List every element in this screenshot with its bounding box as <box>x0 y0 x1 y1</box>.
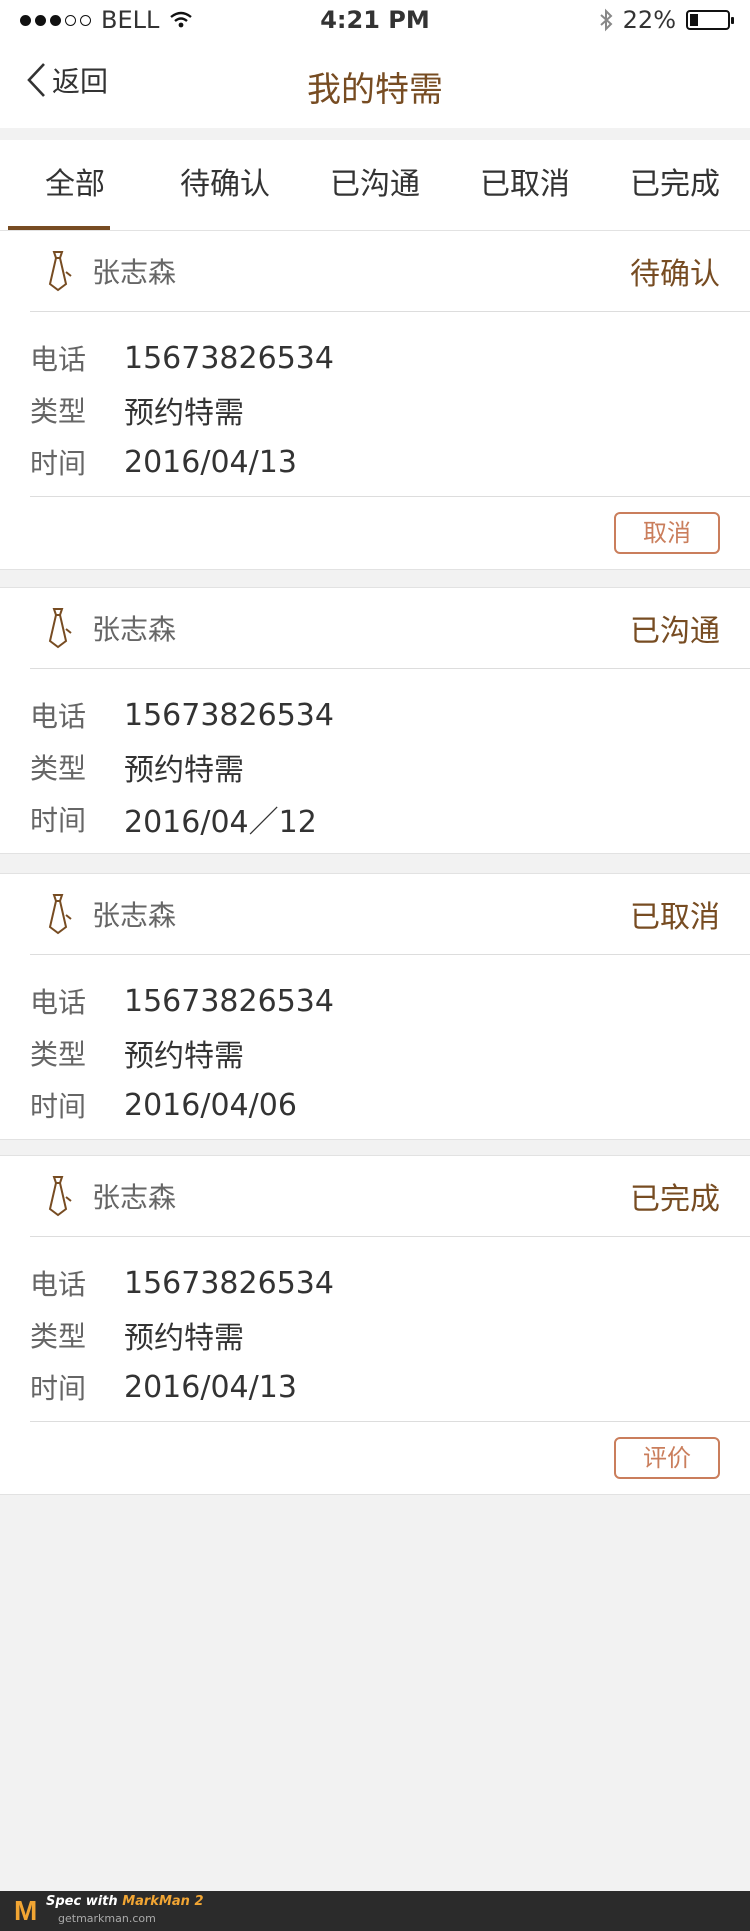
nav-bar: 返回 我的特需 <box>0 40 750 128</box>
time-label: 时间 <box>30 1372 87 1405</box>
order-card: 张志森 待确认 电话 15673826534 类型 预约特需 时间 2016/04/1… <box>0 230 750 570</box>
badge-url: getmarkman.com <box>58 1912 156 1925</box>
card-details: 电话 15673826534 类型 预约特需 时间 2016/04/13 <box>0 312 750 496</box>
phone-value: 15673826534 <box>124 340 334 376</box>
tab-all[interactable]: 全部 <box>0 140 150 230</box>
filter-tabs: 全部 待确认 已沟通 已取消 已完成 <box>0 140 750 231</box>
card-header: 张志森 待确认 <box>30 231 750 312</box>
card-header: 张志森 已完成 <box>30 1156 750 1237</box>
tie-icon <box>48 608 72 649</box>
card-details: 电话 15673826534 类型 预约特需 时间 2016/04／12 <box>0 669 750 853</box>
time-value: 2016/04/13 <box>124 1369 297 1405</box>
status-right: 22% <box>599 6 734 34</box>
type-value: 预约特需 <box>124 1039 244 1074</box>
owner-name: 张志森 <box>92 899 177 932</box>
card-header: 张志森 已取消 <box>30 874 750 955</box>
owner-name: 张志森 <box>92 256 177 289</box>
order-card: 张志森 已取消 电话 15673826534 类型 预约特需 时间 2016/04/0… <box>0 873 750 1140</box>
tie-icon <box>48 894 72 935</box>
status-bar: BELL 4:21 PM 22% <box>0 0 750 40</box>
badge-brand: MarkMan 2 <box>122 1894 204 1909</box>
type-label: 类型 <box>30 395 87 428</box>
order-card: 张志森 已完成 电话 15673826534 类型 预约特需 时间 2016/04/1… <box>0 1155 750 1495</box>
card-footer: 评价 <box>30 1421 750 1494</box>
type-label: 类型 <box>30 1038 87 1071</box>
badge-title: Spec with MarkMan 2 <box>46 1894 204 1909</box>
tie-icon <box>48 251 72 292</box>
type-label: 类型 <box>30 752 87 785</box>
owner-name: 张志森 <box>92 1181 177 1214</box>
bluetooth-icon <box>599 8 613 32</box>
phone-label: 电话 <box>30 986 87 1019</box>
type-value: 预约特需 <box>124 753 244 788</box>
badge-prefix: Spec with <box>46 1894 123 1909</box>
status-badge: 已取消 <box>630 900 720 935</box>
time-value: 2016/04/06 <box>124 1087 297 1123</box>
order-card: 张志森 已沟通 电话 15673826534 类型 预约特需 时间 2016/04／1… <box>0 587 750 854</box>
battery-icon <box>686 10 734 30</box>
card-details: 电话 15673826534 类型 预约特需 时间 2016/04/13 <box>0 1237 750 1421</box>
markman-badge: M Spec with MarkMan 2 getmarkman.com <box>0 1891 750 1931</box>
battery-percent: 22% <box>622 6 676 34</box>
tab-completed[interactable]: 已完成 <box>600 140 750 230</box>
card-details: 电话 15673826534 类型 预约特需 时间 2016/04/06 <box>0 955 750 1139</box>
tab-communicated[interactable]: 已沟通 <box>300 140 450 230</box>
time-value: 2016/04／12 <box>124 805 317 840</box>
phone-value: 15673826534 <box>124 1265 334 1301</box>
phone-value: 15673826534 <box>124 983 334 1019</box>
type-label: 类型 <box>30 1320 87 1353</box>
phone-label: 电话 <box>30 1268 87 1301</box>
tie-icon <box>48 1176 72 1217</box>
phone-value: 15673826534 <box>124 697 334 733</box>
time-label: 时间 <box>30 447 87 480</box>
tab-pending[interactable]: 待确认 <box>150 140 300 230</box>
card-footer: 取消 <box>30 496 750 569</box>
tab-cancelled[interactable]: 已取消 <box>450 140 600 230</box>
status-badge: 已沟通 <box>630 614 720 649</box>
markman-logo-icon: M <box>14 1895 38 1926</box>
time-label: 时间 <box>30 804 87 837</box>
owner-name: 张志森 <box>92 613 177 646</box>
cancel-button[interactable]: 取消 <box>614 512 720 554</box>
time-label: 时间 <box>30 1090 87 1123</box>
page-title: 我的特需 <box>307 70 443 110</box>
status-badge: 已完成 <box>630 1182 720 1217</box>
card-header: 张志森 已沟通 <box>30 588 750 669</box>
type-value: 预约特需 <box>124 396 244 431</box>
review-button[interactable]: 评价 <box>614 1437 720 1479</box>
status-badge: 待确认 <box>630 257 720 292</box>
time-value: 2016/04/13 <box>124 444 297 480</box>
type-value: 预约特需 <box>124 1321 244 1356</box>
phone-label: 电话 <box>30 700 87 733</box>
phone-label: 电话 <box>30 343 87 376</box>
